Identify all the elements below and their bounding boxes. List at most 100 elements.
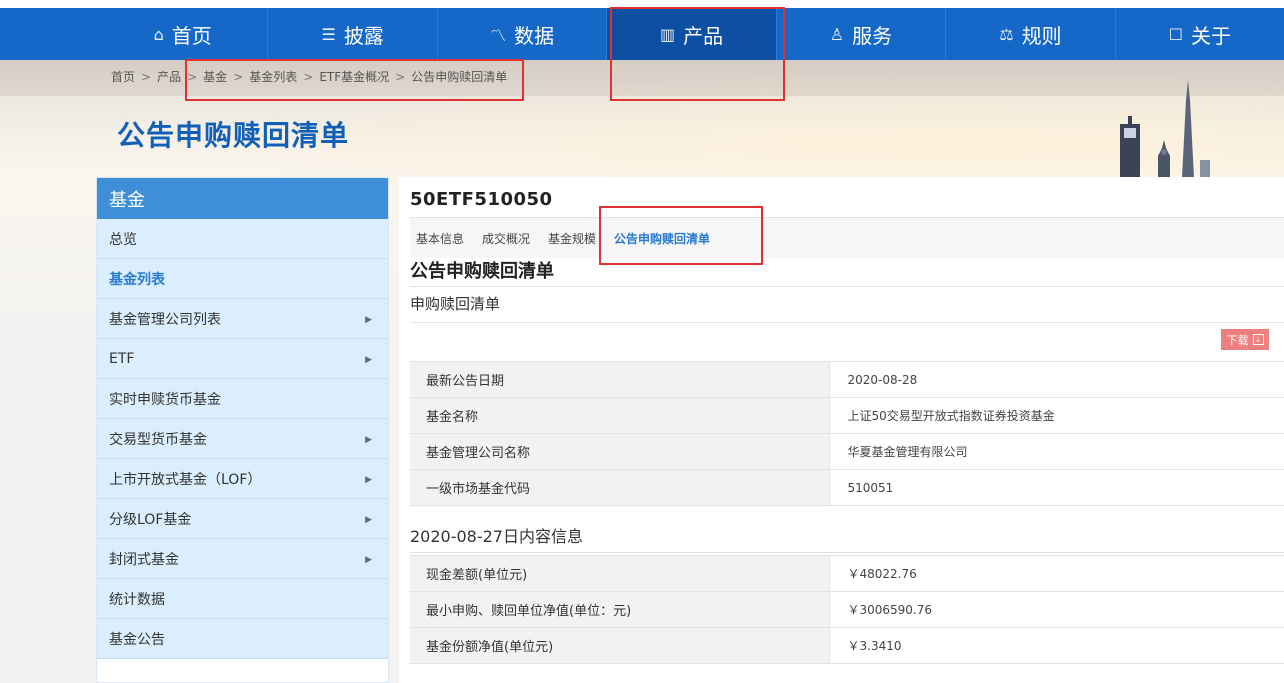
row-value: 华夏基金管理有限公司 bbox=[829, 433, 1284, 470]
fund-title: 50ETF510050 bbox=[410, 189, 553, 210]
skyline-illustration bbox=[1120, 80, 1210, 178]
row-key: 基金份额净值(单位元) bbox=[410, 627, 830, 664]
caret-right-icon: ▶ bbox=[365, 315, 372, 325]
row-key: 基金管理公司名称 bbox=[410, 433, 830, 470]
nav-label: 规则 bbox=[1021, 23, 1062, 48]
breadcrumb-etf-overview[interactable]: ETF基金概况 bbox=[319, 68, 389, 85]
sidebar-item-announcements[interactable]: 基金公告 bbox=[97, 619, 388, 659]
sub-title: 申购赎回清单 bbox=[410, 293, 1284, 323]
caret-right-icon: ▶ bbox=[365, 435, 372, 445]
row-value: 510051 bbox=[829, 469, 1284, 506]
sidebar-item-realtime-money[interactable]: 实时申赎货币基金 bbox=[97, 379, 388, 419]
main-panel: 50ETF510050 基本信息 成交概况 基金规模 公告申购赎回清单 公告申购… bbox=[399, 177, 1284, 683]
download-button[interactable]: 下载 ⤓ bbox=[1221, 329, 1269, 350]
top-strip bbox=[0, 0, 1284, 8]
caret-right-icon: ▶ bbox=[365, 355, 372, 365]
nav-label: 服务 bbox=[852, 23, 893, 48]
table-row: 现金差额(单位元) ￥48022.76 bbox=[410, 555, 1284, 592]
sidebar-item-label: 分级LOF基金 bbox=[109, 511, 192, 528]
row-key: 最小申购、赎回单位净值(单位：元) bbox=[410, 591, 830, 628]
nav-item-rules[interactable]: ⚖ 规则 bbox=[945, 8, 1114, 60]
table-row: 最新公告日期 2020-08-28 bbox=[410, 361, 1284, 398]
tab-fund-scale[interactable]: 基金规模 bbox=[548, 230, 596, 247]
table-row: 最小申购、赎回单位净值(单位：元) ￥3006590.76 bbox=[410, 591, 1284, 628]
row-value: ￥3.3410 bbox=[829, 627, 1284, 664]
sidebar-item-label: 基金公告 bbox=[109, 631, 165, 648]
sidebar: 基金 总览 基金列表 基金管理公司列表 ▶ ETF ▶ 实时申赎货币基金 交易型… bbox=[96, 177, 389, 683]
sidebar-item-label: 封闭式基金 bbox=[109, 551, 179, 568]
row-value: ￥48022.76 bbox=[829, 555, 1284, 592]
sidebar-item-label: 交易型货币基金 bbox=[109, 431, 207, 448]
nav-item-services[interactable]: ♙ 服务 bbox=[775, 8, 945, 60]
sidebar-item-statistics[interactable]: 统计数据 bbox=[97, 579, 388, 619]
nav-label: 关于 bbox=[1191, 23, 1231, 48]
tab-trading-overview[interactable]: 成交概况 bbox=[482, 230, 530, 247]
breadcrumb-products[interactable]: 产品 bbox=[157, 68, 181, 85]
sidebar-item-trading-money[interactable]: 交易型货币基金 ▶ bbox=[97, 419, 388, 459]
sidebar-item-overview[interactable]: 总览 bbox=[97, 219, 388, 259]
nav-label: 产品 bbox=[683, 23, 724, 48]
sidebar-item-etf[interactable]: ETF ▶ bbox=[97, 339, 388, 379]
breadcrumb-home[interactable]: 首页 bbox=[111, 68, 135, 85]
breadcrumb-fund[interactable]: 基金 bbox=[203, 68, 227, 85]
nav-item-home[interactable]: ⌂ 首页 bbox=[98, 8, 267, 60]
home-icon: ⌂ bbox=[153, 24, 164, 44]
chevron-right-icon: > bbox=[303, 69, 314, 84]
caret-right-icon: ▶ bbox=[365, 555, 372, 565]
chevron-right-icon: > bbox=[233, 69, 244, 84]
sidebar-item-label: 上市开放式基金（LOF） bbox=[109, 471, 262, 488]
sidebar-item-closed-end[interactable]: 封闭式基金 ▶ bbox=[97, 539, 388, 579]
sidebar-item-graded-lof[interactable]: 分级LOF基金 ▶ bbox=[97, 499, 388, 539]
sidebar-item-label: 实时申赎货币基金 bbox=[109, 391, 221, 408]
download-label: 下载 bbox=[1226, 333, 1249, 347]
row-key: 现金差额(单位元) bbox=[410, 555, 830, 592]
info-icon: ☐ bbox=[1168, 24, 1183, 44]
breadcrumb-current: 公告申购赎回清单 bbox=[411, 70, 508, 84]
main-nav: ⌂ 首页 ☰ 披露 〽 数据 ▥ 产品 ♙ 服务 ⚖ 规则 ☐ 关于 bbox=[0, 8, 1284, 60]
caret-right-icon: ▶ bbox=[365, 515, 372, 525]
nav-item-about[interactable]: ☐ 关于 bbox=[1114, 8, 1284, 60]
nav-item-disclosure[interactable]: ☰ 披露 bbox=[267, 8, 436, 60]
nav-item-products[interactable]: ▥ 产品 bbox=[606, 8, 776, 60]
breadcrumb-fund-list[interactable]: 基金列表 bbox=[249, 68, 297, 85]
caret-right-icon: ▶ bbox=[365, 475, 372, 485]
row-value: ￥3006590.76 bbox=[829, 591, 1284, 628]
user-icon: ♙ bbox=[829, 24, 845, 44]
page-title: 公告申购赎回清单 bbox=[117, 119, 350, 152]
nav-item-data[interactable]: 〽 数据 bbox=[436, 8, 606, 60]
table-row: 基金管理公司名称 华夏基金管理有限公司 bbox=[410, 433, 1284, 470]
info-table: 最新公告日期 2020-08-28 基金名称 上证50交易型开放式指数证券投资基… bbox=[410, 361, 1284, 506]
table-row: 基金份额净值(单位元) ￥3.3410 bbox=[410, 627, 1284, 664]
sidebar-item-label: 基金列表 bbox=[109, 271, 165, 288]
row-key: 一级市场基金代码 bbox=[410, 469, 830, 506]
sidebar-item-label: 统计数据 bbox=[109, 591, 165, 608]
row-key: 基金名称 bbox=[410, 397, 830, 434]
breadcrumb: 首页 > 产品 > 基金 > 基金列表 > ETF基金概况 > 公告申购赎回清单 bbox=[111, 68, 507, 85]
nav-label: 披露 bbox=[343, 23, 384, 48]
scale-icon: ⚖ bbox=[999, 24, 1014, 44]
table-row: 基金名称 上证50交易型开放式指数证券投资基金 bbox=[410, 397, 1284, 434]
table-row: 一级市场基金代码 510051 bbox=[410, 469, 1284, 506]
sidebar-item-fund-companies[interactable]: 基金管理公司列表 ▶ bbox=[97, 299, 388, 339]
row-value: 2020-08-28 bbox=[829, 361, 1284, 398]
chevron-right-icon: > bbox=[187, 69, 198, 84]
nav-label: 首页 bbox=[171, 23, 212, 48]
chevron-right-icon: > bbox=[395, 69, 406, 84]
content-table: 现金差额(单位元) ￥48022.76 最小申购、赎回单位净值(单位：元) ￥3… bbox=[410, 555, 1284, 664]
tab-basic-info[interactable]: 基本信息 bbox=[416, 230, 464, 247]
row-key: 最新公告日期 bbox=[410, 361, 830, 398]
sidebar-item-fund-list[interactable]: 基金列表 bbox=[97, 259, 388, 299]
content-info-title: 2020-08-27日内容信息 bbox=[410, 523, 1284, 553]
tab-bar: 基本信息 成交概况 基金规模 公告申购赎回清单 bbox=[410, 217, 1284, 258]
download-icon: ⤓ bbox=[1252, 334, 1264, 345]
chevron-right-icon: > bbox=[141, 69, 152, 84]
sidebar-item-label: 总览 bbox=[109, 231, 137, 248]
nav-label: 数据 bbox=[514, 23, 555, 48]
sidebar-item-lof[interactable]: 上市开放式基金（LOF） ▶ bbox=[97, 459, 388, 499]
document-icon: ☰ bbox=[321, 24, 336, 44]
trend-icon: 〽 bbox=[490, 26, 507, 45]
section-title: 公告申购赎回清单 bbox=[410, 257, 1284, 287]
tab-creation-redemption-list[interactable]: 公告申购赎回清单 bbox=[614, 230, 710, 247]
sidebar-item-label: ETF bbox=[109, 350, 135, 367]
sidebar-heading: 基金 bbox=[97, 178, 388, 219]
